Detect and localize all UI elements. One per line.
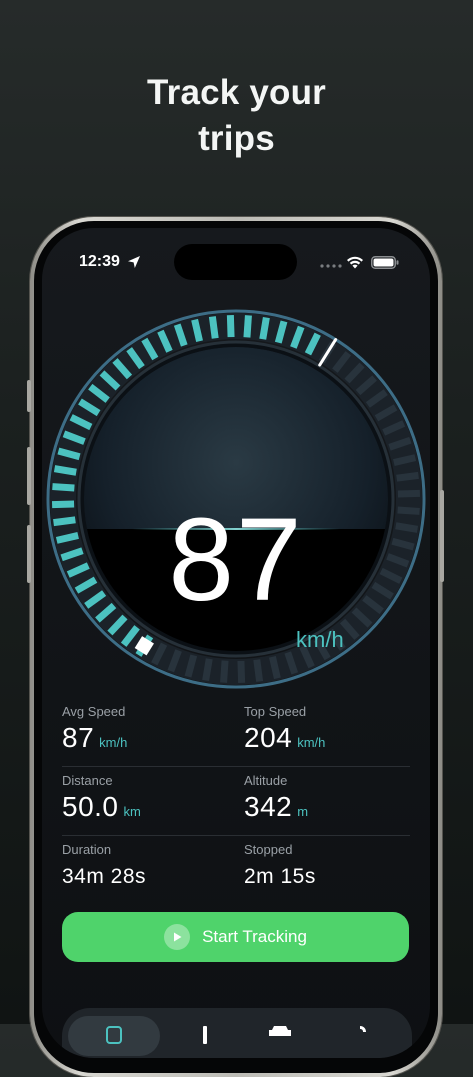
stat-unit: km/h [297, 735, 326, 750]
stat-row-time: Duration 34m 28s Stopped 2m 15s [62, 836, 410, 904]
tick-dim [397, 489, 421, 498]
stat-altitude: Altitude 342 m [244, 773, 308, 823]
stat-label: Avg Speed [62, 704, 126, 719]
stat-value: 34m 28s [62, 865, 147, 888]
headline-line-2: trips [198, 119, 275, 158]
headline: Track your trips [0, 70, 473, 162]
stat-label: Distance [62, 773, 113, 788]
stat-label: Duration [62, 842, 112, 857]
stat-row-distance: Distance 50.0 km Altitude 342 m [62, 767, 410, 836]
stat-avg-speed: Avg Speed 87 km/h [62, 704, 127, 754]
start-tracking-label: Start Tracking [202, 927, 307, 946]
stat-row-speed: Avg Speed 87 km/h Top Speed 204 km/h [62, 698, 410, 767]
tick-dim [253, 659, 264, 682]
speedometer-icon [106, 1026, 122, 1044]
tick-lit [208, 316, 219, 339]
tick-lit [191, 318, 203, 342]
volume-up-button [27, 447, 31, 505]
settings-icon [360, 1026, 366, 1032]
headline-line-1: Track your [146, 73, 327, 112]
stat-label: Stopped [244, 842, 293, 857]
start-tracking-button[interactable]: Start Tracking [62, 912, 409, 962]
stat-unit: km [123, 804, 141, 819]
tick-lit [53, 465, 77, 476]
tick-dim [396, 471, 419, 482]
car-icon [269, 1026, 291, 1036]
dynamic-island [174, 244, 297, 280]
stat-label: Top Speed [244, 704, 307, 719]
play-icon [164, 924, 191, 950]
current-speed: 87 [168, 494, 304, 626]
stat-top-speed: Top Speed 204 km/h [244, 704, 325, 754]
stat-value: 50.0 [62, 791, 119, 822]
battery-icon [371, 256, 399, 269]
stat-duration: Duration 34m 28s [62, 842, 146, 894]
action-button [27, 380, 31, 412]
stat-label: Altitude [244, 773, 288, 788]
tick-dim [269, 656, 281, 680]
stat-value: 87 [62, 722, 95, 753]
tab-chart[interactable] [180, 1016, 230, 1056]
tick-dim [220, 660, 229, 683]
stat-value: 2m 15s [244, 865, 316, 888]
tick-lit [259, 316, 270, 340]
wifi-icon [347, 256, 363, 269]
stat-value: 204 [244, 722, 293, 753]
tick-lit [226, 314, 235, 338]
status-time: 12:39 [79, 253, 120, 270]
trip-stats: Avg Speed 87 km/h Top Speed 204 km/h Dista… [62, 698, 410, 904]
speedometer-gauge: 87 km/h [42, 304, 430, 694]
cellular-signal-icon [320, 264, 342, 268]
tab-speedometer[interactable] [68, 1016, 160, 1056]
power-button [440, 490, 444, 582]
tab-settings[interactable] [330, 1016, 390, 1056]
stat-distance: Distance 50.0 km [62, 773, 141, 823]
tick-dim [237, 660, 246, 684]
location-arrow-icon [128, 256, 140, 268]
tick-dim [202, 658, 213, 682]
app-screen: 12:39 87 km/h Avg Speed 87 km/h Top Spee… [42, 228, 430, 1058]
tab-bar [62, 1008, 412, 1058]
chart-icon [203, 1026, 207, 1044]
tick-lit [243, 315, 252, 338]
stat-unit: m [297, 804, 309, 819]
tab-car[interactable] [250, 1016, 310, 1056]
stat-stopped: Stopped 2m 15s [244, 842, 316, 894]
tick-dim [393, 454, 417, 466]
tick-lit [52, 483, 75, 492]
volume-down-button [27, 525, 31, 583]
speed-unit: km/h [296, 627, 344, 652]
stat-value: 342 [244, 791, 293, 822]
stat-unit: km/h [99, 735, 128, 750]
